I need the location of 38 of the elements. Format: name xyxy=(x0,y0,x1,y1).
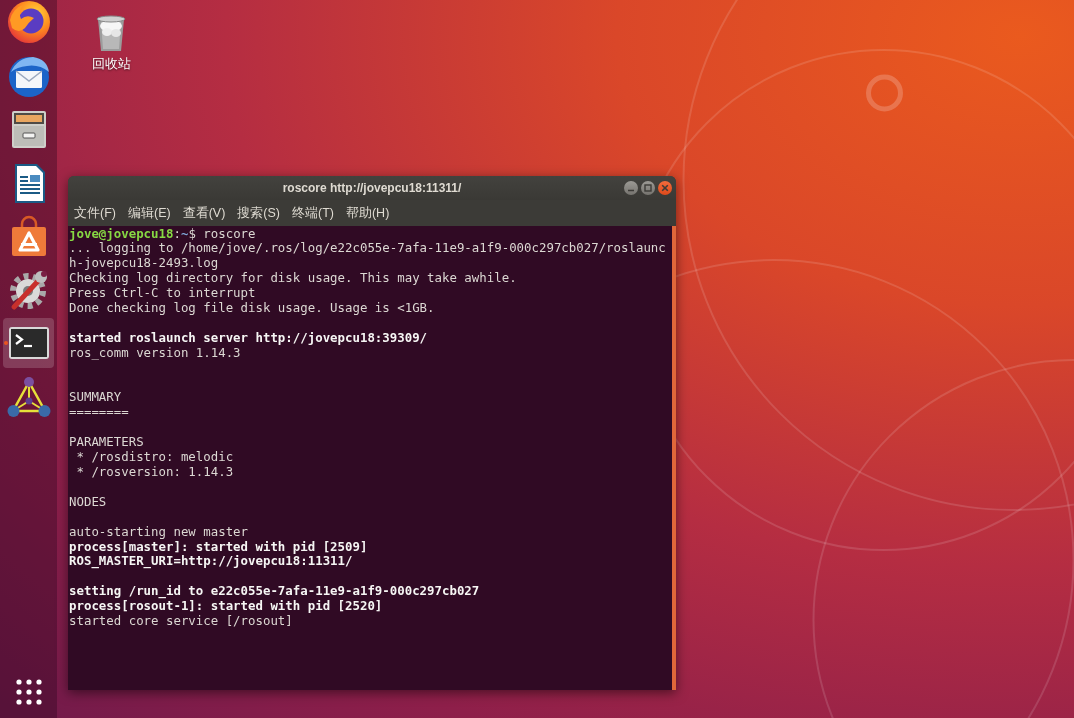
close-icon xyxy=(661,184,669,192)
triangle-nodes-icon xyxy=(6,374,51,419)
globe-icon xyxy=(6,0,51,44)
terminal-line: * /rosversion: 1.14.3 xyxy=(75,465,234,480)
menu-item[interactable]: 搜索(S) xyxy=(236,204,281,222)
window-title: roscore http://jovepcu18:11311/ xyxy=(282,181,462,195)
menu-item[interactable]: 编辑(E) xyxy=(126,204,172,222)
terminal-line: process[rosout-1]: started with pid [2520] xyxy=(69,599,383,615)
terminal-line: ... logging to /home/jove/.ros/log/e22c055e-7afa-11e9-a1f9-000c297cb027/roslaunc xyxy=(69,241,666,257)
terminal-line: ======== xyxy=(69,405,129,421)
terminal-line: SUMMARY xyxy=(69,390,122,406)
scrollbar[interactable] xyxy=(672,226,676,690)
terminal-line: Checking log directory for disk usage. This may take awhile. xyxy=(69,271,517,287)
dock-item[interactable] xyxy=(3,318,54,368)
menu-item[interactable]: 查看(V) xyxy=(181,204,227,222)
terminal-line: started roslaunch server http://jovepcu18:39309/ xyxy=(69,330,428,346)
terminal-line: jove@jovepcu18:~$ roscore xyxy=(69,226,256,242)
terminal-line: setting /run_id to e22c055e-7afa-11e9-a1f9-000c297cb027 xyxy=(69,584,480,600)
terminal-line: Done checking log file disk usage. Usage is <1GB. xyxy=(69,301,435,316)
desktop-icon-label[interactable]: 回收站 xyxy=(91,57,131,72)
menu-item[interactable]: 帮助(H) xyxy=(344,204,391,222)
terminal-line: Press Ctrl-C to interrupt xyxy=(69,286,256,302)
maximize-button[interactable] xyxy=(641,181,655,195)
maximize-icon xyxy=(644,184,652,192)
close-button[interactable] xyxy=(658,181,672,195)
terminal-line: NODES xyxy=(69,494,107,510)
terminal-line: h-jovepcu18-2493.log xyxy=(69,256,219,272)
terminal-line: process[master]: started with pid [2509] xyxy=(69,539,368,555)
menu-item[interactable]: 终端(T) xyxy=(291,204,335,222)
menu-item[interactable]: 文件(F) xyxy=(73,204,117,222)
minimize-button[interactable] xyxy=(624,181,638,195)
terminal-line: * /rosdistro: melodic xyxy=(75,450,234,465)
terminal-line: ROS_MASTER_URI=http://jovepcu18:11311/ xyxy=(69,554,353,570)
terminal-line: ros_comm version 1.14.3 xyxy=(69,345,241,361)
terminal-line: auto-starting new master xyxy=(69,524,249,540)
terminal-line: PARAMETERS xyxy=(69,435,144,451)
terminal-line: started core service [/rosout] xyxy=(69,614,293,629)
app-grid-icon[interactable] xyxy=(15,679,42,705)
